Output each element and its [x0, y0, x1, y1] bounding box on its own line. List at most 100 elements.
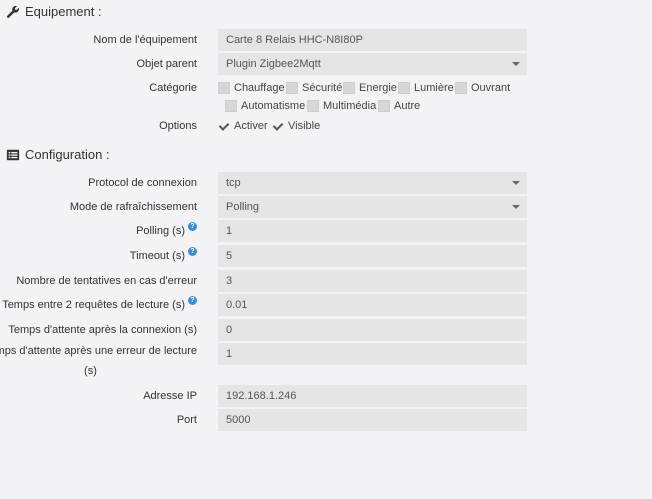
checkbox-icon[interactable] — [398, 82, 410, 94]
help-icon[interactable]: ? — [188, 222, 197, 231]
category-checkbox-chauffage[interactable]: Chauffage — [218, 82, 285, 94]
config-field-label-line2: (s) — [84, 365, 97, 377]
category-checkbox-autre[interactable]: Autre — [378, 100, 420, 112]
config-row: Port 5000 — [0, 409, 652, 431]
config-select[interactable]: tcp — [218, 172, 527, 194]
configuration-title: Configuration : — [25, 147, 110, 162]
config-field-label: Mode de rafraîchissement — [70, 196, 197, 218]
config-field-label-text: Temps d'attente après la connexion (s) — [8, 324, 197, 336]
config-field-label-text: Protocol de connexion — [88, 177, 197, 189]
checkbox-icon[interactable] — [286, 82, 298, 94]
equipment-section-title: Equipement : — [6, 4, 102, 19]
checkbox-checked-icon[interactable] — [218, 120, 230, 132]
config-field-label-text: Mode de rafraîchissement — [69, 201, 197, 213]
config-row: Protocol de connexion tcp — [0, 172, 652, 194]
category-checkbox-automatisme[interactable]: Automatisme — [225, 100, 305, 112]
equipment-title: Equipement : — [25, 4, 102, 19]
config-field-value: 5 — [226, 250, 233, 262]
config-row: Adresse IP 192.168.1.246 — [0, 385, 652, 407]
help-icon[interactable]: ? — [188, 247, 197, 256]
config-row: Nombre de tentatives en cas d'erreur 3 — [0, 270, 652, 292]
config-field-label-text: Polling (s) — [136, 225, 185, 237]
wrench-icon — [6, 5, 19, 18]
config-field-value: tcp — [226, 177, 241, 189]
config-field-label-line1: Temps d'attente après une erreur de lect… — [0, 345, 197, 357]
config-input[interactable]: 3 — [218, 270, 527, 292]
equipment-name-input[interactable]: Carte 8 Relais HHC-N8I80P — [218, 29, 527, 51]
config-field-label: Adresse IP — [143, 385, 197, 407]
category-checkbox-energie[interactable]: Energie — [343, 82, 397, 94]
category-checkbox-securite[interactable]: Sécurité — [286, 82, 342, 94]
category-checkbox-autre-label: Autre — [394, 100, 421, 112]
checkbox-icon[interactable] — [378, 100, 390, 112]
category-checkbox-chauffage-label: Chauffage — [234, 82, 285, 94]
checkbox-icon[interactable] — [307, 100, 319, 112]
config-input[interactable]: 0.01 — [218, 294, 527, 316]
config-select[interactable]: Polling — [218, 196, 527, 218]
config-row: Temps entre 2 requêtes de lecture (s)? 0.… — [0, 294, 652, 316]
parent-object-value: Plugin Zigbee2Mqtt — [226, 58, 321, 70]
category-checkbox-lumiere-label: Lumière — [414, 82, 454, 94]
config-field-label-text: Nombre de tentatives en cas d'erreur — [16, 275, 197, 287]
equipment-name-row: Nom de l'équipement Carte 8 Relais HHC-N… — [0, 29, 652, 51]
chevron-down-icon — [512, 205, 520, 209]
parent-object-select[interactable]: Plugin Zigbee2Mqtt — [218, 53, 527, 75]
config-field-label: Timeout (s)? — [130, 245, 197, 267]
configuration-section-title: Configuration : — [6, 147, 110, 162]
help-icon[interactable]: ? — [188, 296, 197, 305]
config-input[interactable]: 1 — [218, 343, 527, 365]
config-row: Polling (s)? 1 — [0, 220, 652, 242]
options-row: Options — [0, 115, 652, 137]
category-checkbox-ouvrant-label: Ouvrant — [471, 82, 511, 94]
config-input[interactable]: 5 — [218, 245, 527, 267]
config-row: Temps d'attente après la connexion (s) 0 — [0, 319, 652, 341]
option-checkbox-activer[interactable]: Activer — [218, 120, 268, 132]
config-input[interactable]: 192.168.1.246 — [218, 385, 527, 407]
config-field-value: 1 — [226, 225, 233, 237]
config-row: Timeout (s)? 5 — [0, 245, 652, 267]
config-field-label-text: Temps entre 2 requêtes de lecture (s) — [2, 299, 185, 311]
config-row: Temps d'attente après une erreur de lect… — [0, 343, 652, 377]
config-field-label: Temps entre 2 requêtes de lecture (s)? — [2, 294, 197, 316]
category-checkbox-energie-label: Energie — [359, 82, 397, 94]
option-checkbox-activer-label: Activer — [234, 120, 268, 132]
category-checkbox-automatisme-label: Automatisme — [241, 100, 306, 112]
config-field-label: Protocol de connexion — [88, 172, 197, 194]
config-field-label: Polling (s)? — [136, 220, 197, 242]
checkbox-icon[interactable] — [343, 82, 355, 94]
option-checkbox-visible-label: Visible — [288, 120, 321, 132]
config-field-value: 192.168.1.246 — [226, 390, 297, 402]
equipment-name-label: Nom de l'équipement — [93, 34, 197, 46]
checkbox-icon[interactable] — [455, 82, 467, 94]
config-input[interactable]: 5000 — [218, 409, 527, 431]
config-field-label: Nombre de tentatives en cas d'erreur — [16, 270, 197, 292]
category-checkbox-ouvrant[interactable]: Ouvrant — [455, 82, 510, 94]
config-field-value: 0.01 — [226, 299, 248, 311]
config-field-value: 0 — [226, 324, 233, 336]
config-field-label: Temps d'attente après la connexion (s) — [8, 319, 197, 341]
config-field-value: 1 — [226, 348, 233, 360]
parent-object-row: Objet parent Plugin Zigbee2Mqtt — [0, 53, 652, 75]
category-label: Catégorie — [149, 82, 197, 94]
config-input[interactable]: 1 — [218, 220, 527, 242]
list-icon — [6, 149, 20, 160]
category-checkbox-multimedia[interactable]: Multimédia — [307, 100, 376, 112]
config-row: Mode de rafraîchissement Polling — [0, 196, 652, 218]
config-field-value: 5000 — [226, 414, 251, 426]
config-field-value: Polling — [226, 201, 260, 213]
config-field-label-text: Timeout (s) — [129, 250, 185, 262]
config-field-label: Port — [177, 409, 197, 431]
config-field-value: 3 — [226, 275, 233, 287]
checkbox-icon[interactable] — [218, 82, 230, 94]
config-field-label: Temps d'attente après une erreur de lect… — [0, 341, 197, 381]
option-checkbox-visible[interactable]: Visible — [272, 120, 320, 132]
checkbox-checked-icon[interactable] — [272, 120, 284, 132]
chevron-down-icon — [512, 181, 520, 185]
category-checkbox-securite-label: Sécurité — [302, 82, 343, 94]
config-field-label-text: Adresse IP — [143, 390, 197, 402]
checkbox-icon[interactable] — [225, 100, 237, 112]
config-input[interactable]: 0 — [218, 319, 527, 341]
category-checkbox-multimedia-label: Multimédia — [323, 100, 377, 112]
options-label: Options — [159, 120, 197, 132]
category-checkbox-lumiere[interactable]: Lumière — [398, 82, 454, 94]
